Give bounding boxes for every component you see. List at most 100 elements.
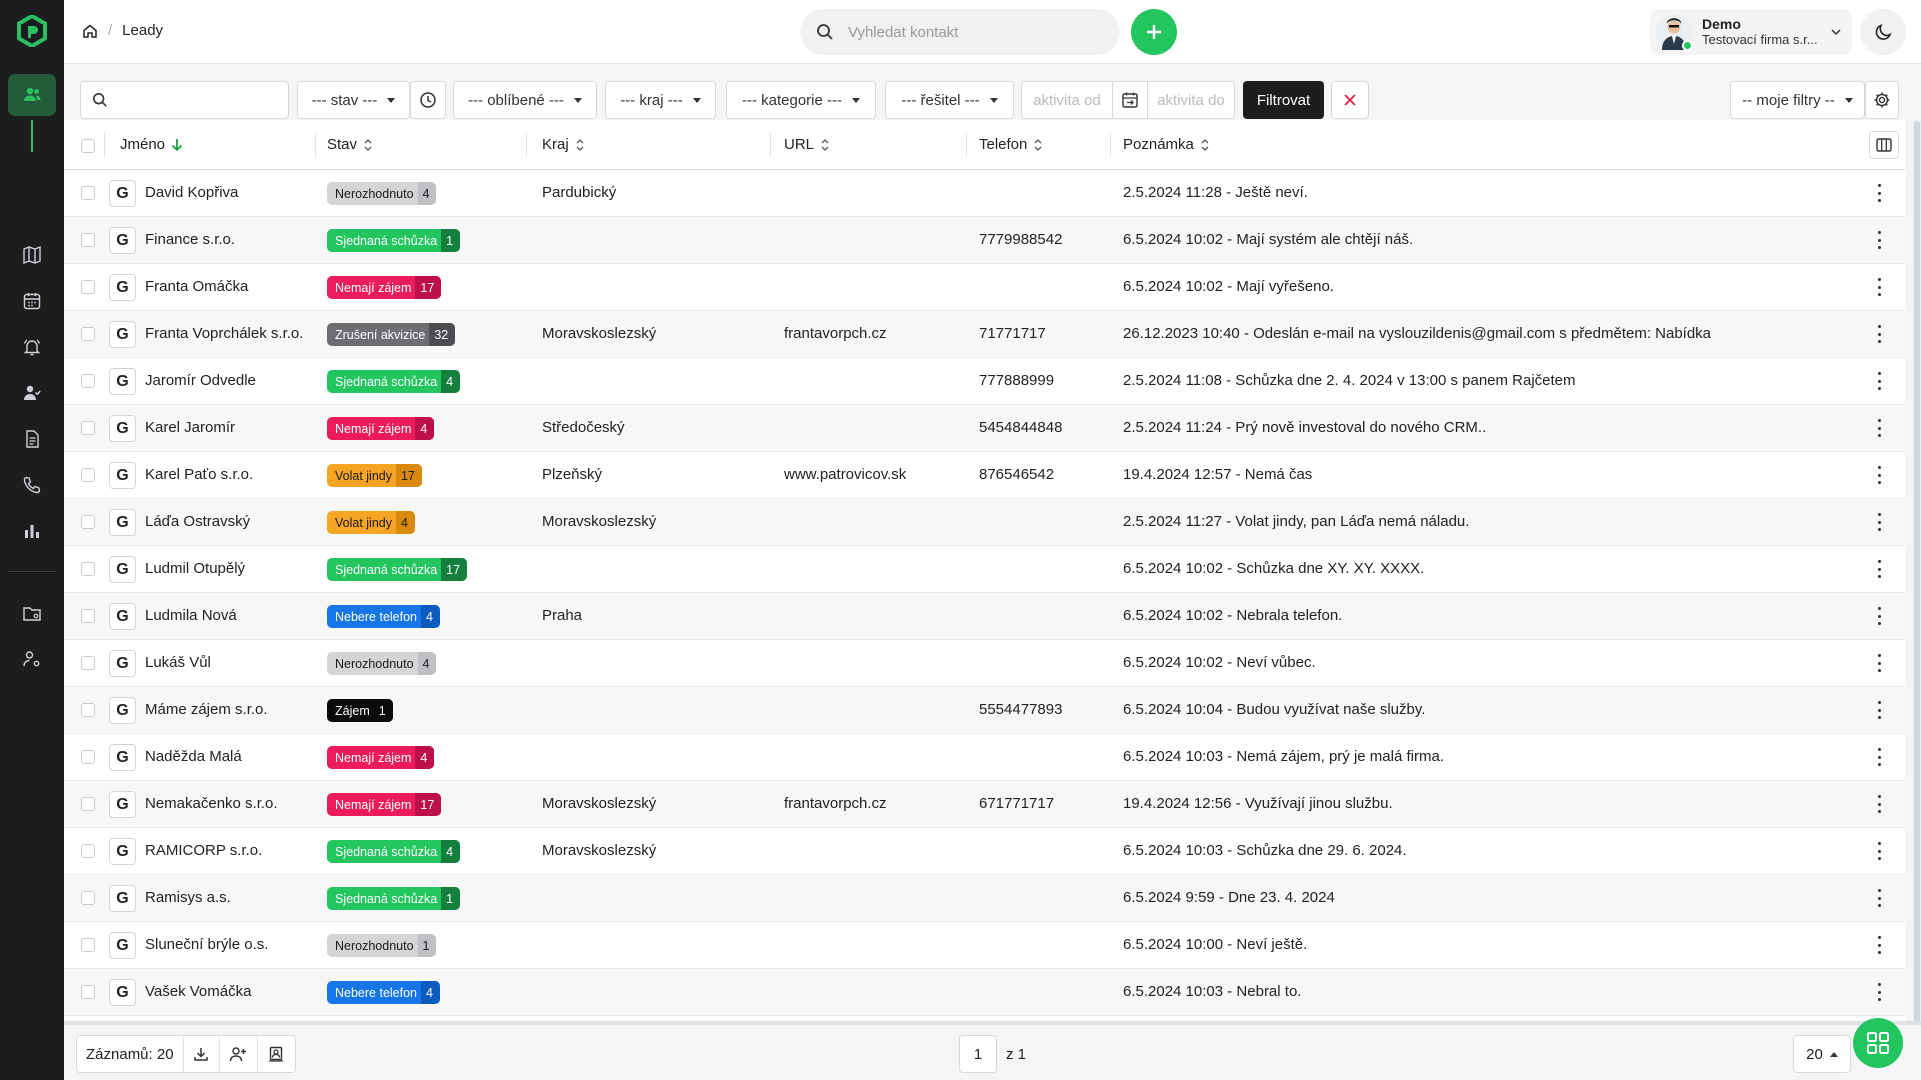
lead-telefon[interactable]: 876546542 (979, 466, 1054, 483)
clear-filters-button[interactable] (1331, 81, 1369, 119)
lead-name[interactable]: Lukáš Vůl (145, 654, 211, 671)
sidebar-item-map[interactable] (8, 234, 56, 276)
row-menu-icon[interactable] (1877, 795, 1881, 813)
row-menu-icon[interactable] (1877, 701, 1881, 719)
row-menu-icon[interactable] (1877, 325, 1881, 343)
current-page-input[interactable]: 1 (959, 1035, 997, 1073)
row-checkbox[interactable] (81, 421, 95, 435)
user-menu[interactable]: Demo Testovací firma s.r... (1650, 9, 1852, 55)
lead-name[interactable]: David Kopřiva (145, 184, 238, 201)
status-badge[interactable]: Zrušení akvizice 32 (327, 323, 456, 346)
home-icon[interactable] (82, 23, 98, 39)
row-menu-icon[interactable] (1877, 889, 1881, 907)
lead-name[interactable]: Sluneční brýle o.s. (145, 936, 268, 953)
status-badge[interactable]: Nemají zájem 4 (327, 417, 435, 440)
row-checkbox[interactable] (81, 609, 95, 623)
row-menu-icon[interactable] (1877, 372, 1881, 390)
filter-search-field[interactable] (80, 81, 289, 119)
scrollbar-thumb[interactable] (1914, 121, 1920, 1023)
table-row[interactable]: G Karel Jaromír Nemají zájem 4 Středočeský 54… (64, 405, 1905, 452)
column-header-jmeno[interactable]: Jméno (120, 136, 183, 153)
table-row[interactable]: G Ludmil Otupělý Sjednaná schůzka 17 6.5.202… (64, 546, 1905, 593)
table-row[interactable]: G Vašek Vomáčka Nebere telefon 4 6.5.2024 10… (64, 969, 1905, 1016)
row-checkbox[interactable] (81, 703, 95, 717)
row-menu-icon[interactable] (1877, 936, 1881, 954)
row-menu-icon[interactable] (1877, 654, 1881, 672)
status-badge[interactable]: Sjednaná schůzka 4 (327, 370, 461, 393)
status-badge[interactable]: Sjednaná schůzka 1 (327, 887, 461, 910)
table-row[interactable]: G Máme zájem s.r.o. Zájem 1 5554477893 6.5.20… (64, 687, 1905, 734)
filter-stav-select[interactable]: --- stav --- (297, 81, 410, 119)
contact-search[interactable] (800, 9, 1120, 55)
sidebar-item-leads[interactable] (8, 74, 56, 116)
status-badge[interactable]: Sjednaná schůzka 17 (327, 558, 468, 581)
status-badge[interactable]: Zájem 1 (327, 699, 393, 722)
filter-resitel-select[interactable]: --- řešitel --- (885, 81, 1014, 119)
lead-name[interactable]: Karel Paťo s.r.o. (145, 466, 253, 483)
select-all-checkbox[interactable] (81, 139, 95, 153)
lead-telefon[interactable]: 7779988542 (979, 231, 1062, 248)
sidebar-item-calendar[interactable] (8, 280, 56, 322)
row-checkbox[interactable] (81, 797, 95, 811)
lead-name[interactable]: Jaromír Odvedle (145, 372, 256, 389)
column-chooser-button[interactable] (1869, 131, 1899, 159)
status-badge[interactable]: Volat jindy 4 (327, 511, 415, 534)
page-size-select[interactable]: 20 (1793, 1035, 1851, 1073)
sidebar-item-contacts[interactable] (8, 372, 56, 414)
sidebar-item-documents[interactable] (8, 418, 56, 460)
status-badge[interactable]: Nebere telefon 4 (327, 605, 440, 628)
column-header-poznamka[interactable]: Poznámka (1123, 136, 1210, 153)
table-row[interactable]: G Franta Omáčka Nemají zájem 17 6.5.2024 10:… (64, 264, 1905, 311)
row-menu-icon[interactable] (1877, 748, 1881, 766)
table-row[interactable]: G David Kopřiva Nerozhodnuto 4 Pardubický 2.5… (64, 170, 1905, 217)
lead-name[interactable]: Ramisys a.s. (145, 889, 231, 906)
sidebar-item-notifications[interactable] (8, 326, 56, 368)
contact-card-button[interactable] (258, 1036, 295, 1072)
lead-telefon[interactable]: 5554477893 (979, 701, 1062, 718)
sidebar-item-files[interactable] (8, 592, 56, 634)
status-badge[interactable]: Sjednaná schůzka 1 (327, 229, 461, 252)
row-checkbox[interactable] (81, 938, 95, 952)
row-checkbox[interactable] (81, 233, 95, 247)
filter-button[interactable]: Filtrovat (1243, 81, 1324, 119)
row-checkbox[interactable] (81, 985, 95, 999)
status-badge[interactable]: Nemají zájem 4 (327, 746, 435, 769)
lead-name[interactable]: Ludmila Nová (145, 607, 237, 624)
lead-telefon[interactable]: 71771717 (979, 325, 1046, 342)
filter-aktivita-do-input[interactable]: aktivita do (1147, 81, 1235, 119)
filter-settings-button[interactable] (1865, 81, 1899, 119)
status-badge[interactable]: Nerozhodnuto 4 (327, 182, 437, 205)
column-header-kraj[interactable]: Kraj (542, 136, 585, 153)
row-menu-icon[interactable] (1877, 513, 1881, 531)
lead-name[interactable]: Nemakačenko s.r.o. (145, 795, 278, 812)
lead-url[interactable]: frantavorpch.cz (784, 325, 887, 342)
table-row[interactable]: G Láďa Ostravský Volat jindy 4 Moravskoslezs… (64, 499, 1905, 546)
lead-name[interactable]: Franta Voprchálek s.r.o. (145, 325, 303, 342)
row-checkbox[interactable] (81, 186, 95, 200)
row-menu-icon[interactable] (1877, 607, 1881, 625)
table-row[interactable]: G Ramisys a.s. Sjednaná schůzka 1 6.5.2024 9… (64, 875, 1905, 922)
row-checkbox[interactable] (81, 750, 95, 764)
table-row[interactable]: G RAMICORP s.r.o. Sjednaná schůzka 4 Moravsk… (64, 828, 1905, 875)
table-row[interactable]: G Ludmila Nová Nebere telefon 4 Praha 6.5.202… (64, 593, 1905, 640)
status-badge[interactable]: Sjednaná schůzka 4 (327, 840, 461, 863)
apps-grid-button[interactable] (1853, 1018, 1903, 1068)
row-checkbox[interactable] (81, 374, 95, 388)
lead-url[interactable]: www.patrovicov.sk (784, 466, 906, 483)
row-checkbox[interactable] (81, 656, 95, 670)
status-badge[interactable]: Nerozhodnuto 4 (327, 652, 437, 675)
theme-toggle-button[interactable] (1860, 9, 1906, 55)
status-badge[interactable]: Nebere telefon 4 (327, 981, 440, 1004)
my-filters-select[interactable]: -- moje filtry -- (1730, 81, 1865, 119)
lead-name[interactable]: Vašek Vomáčka (145, 983, 251, 1000)
row-checkbox[interactable] (81, 562, 95, 576)
row-menu-icon[interactable] (1877, 231, 1881, 249)
row-checkbox[interactable] (81, 891, 95, 905)
sidebar-item-user-settings[interactable] (8, 638, 56, 680)
table-row[interactable]: G Karel Paťo s.r.o. Volat jindy 17 Plzeňský w… (64, 452, 1905, 499)
status-badge[interactable]: Volat jindy 17 (327, 464, 422, 487)
filter-kraj-select[interactable]: --- kraj --- (605, 81, 716, 119)
row-menu-icon[interactable] (1877, 560, 1881, 578)
lead-name[interactable]: Láďa Ostravský (145, 513, 250, 530)
lead-name[interactable]: Karel Jaromír (145, 419, 235, 436)
